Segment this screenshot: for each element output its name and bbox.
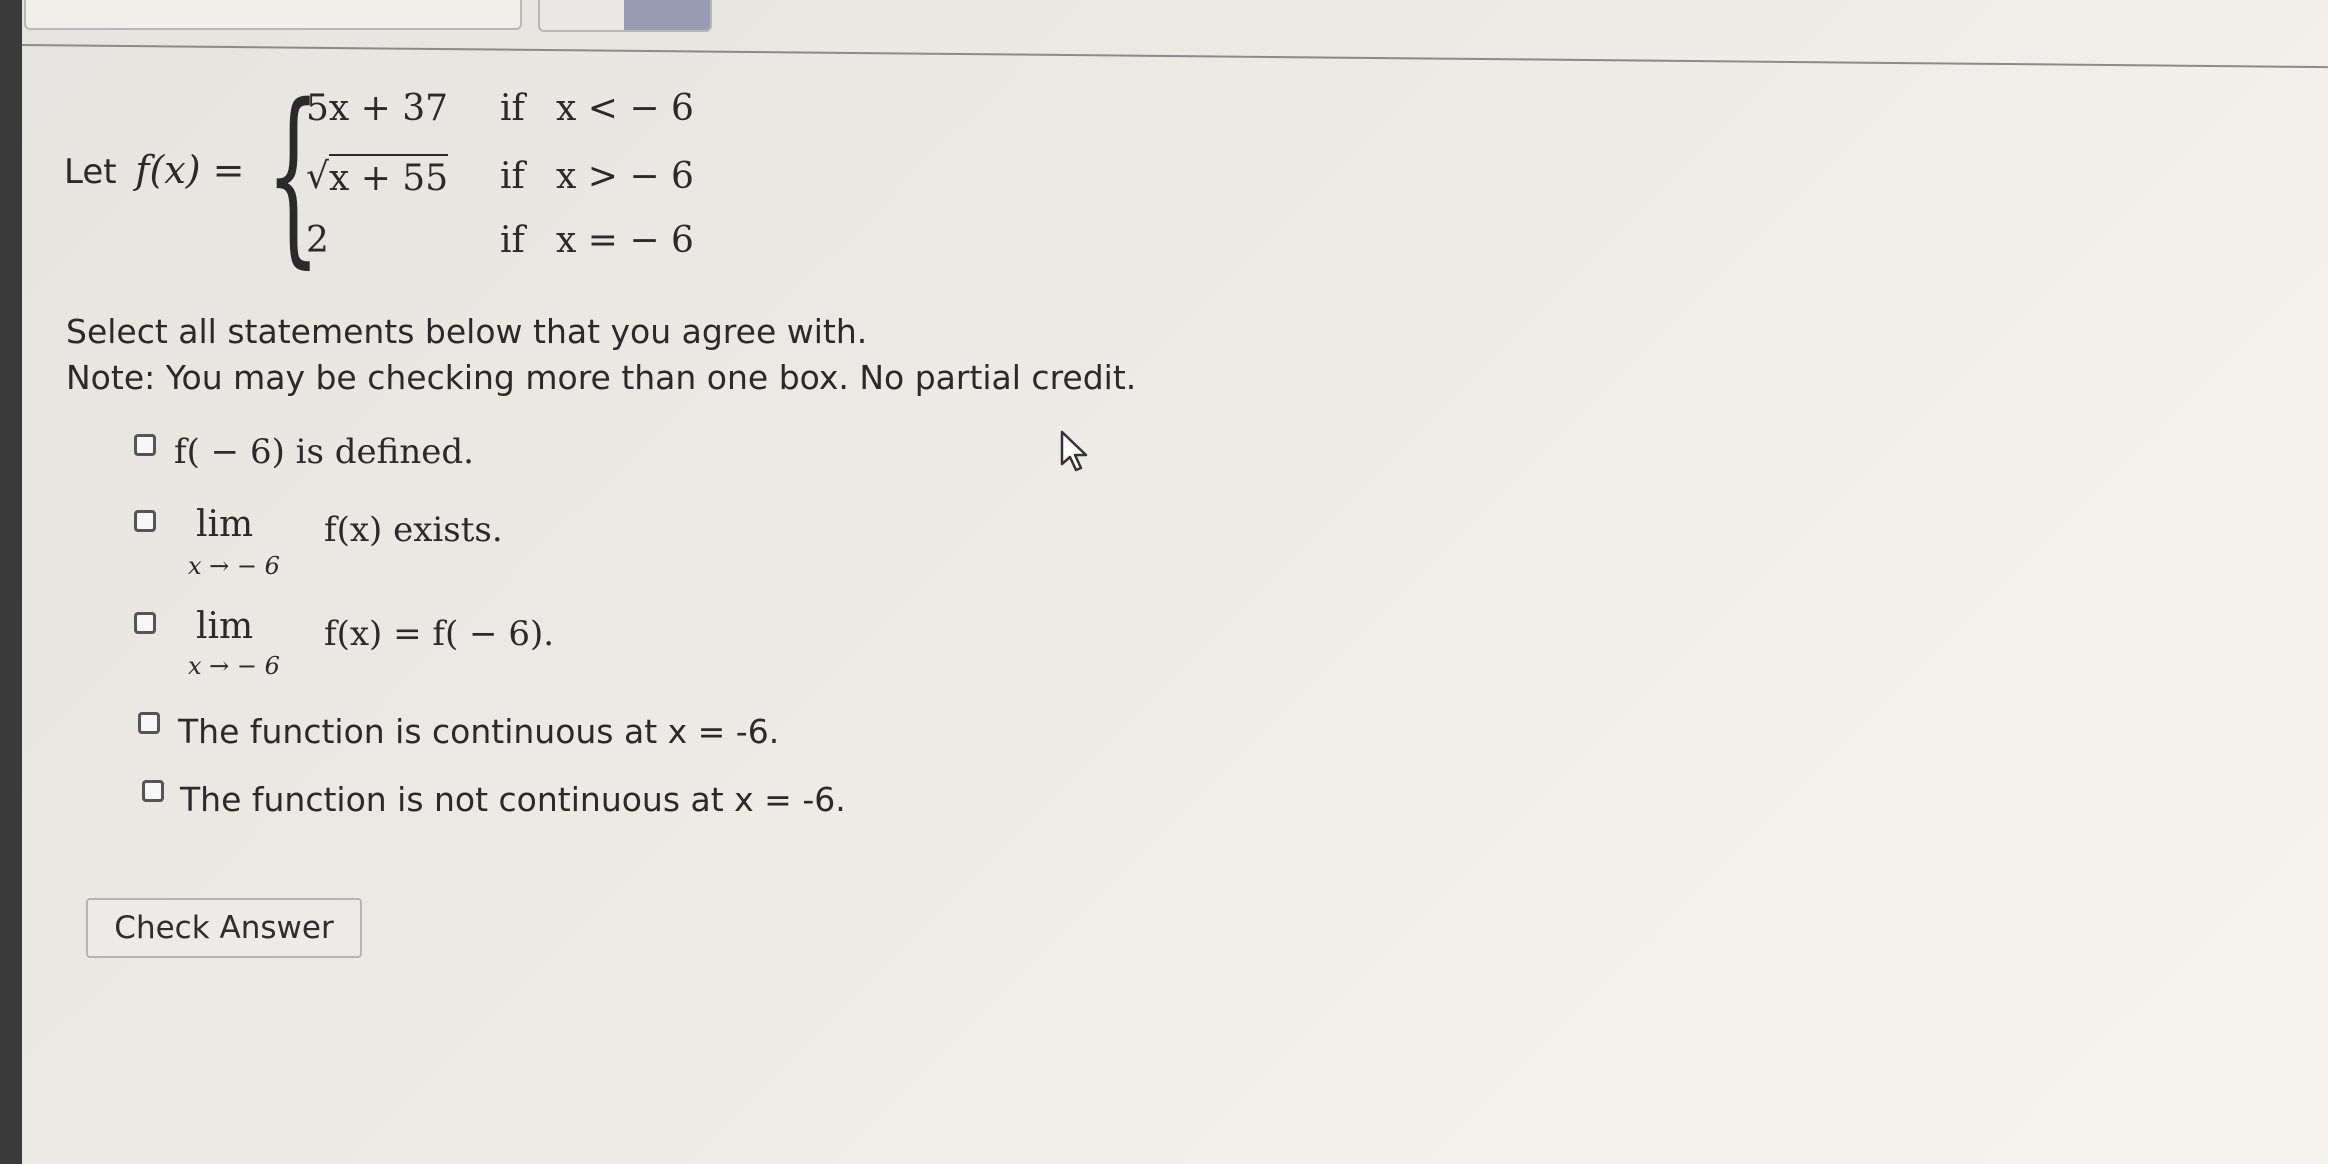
option-5-checkbox[interactable] (142, 780, 164, 802)
case-1-expression: 5x + 37 (306, 88, 449, 129)
case-2-condition: x > − 6 (556, 156, 694, 197)
option-3-checkbox[interactable] (134, 612, 156, 634)
case-3-if: if (500, 220, 525, 261)
case-3-condition: x = − 6 (556, 220, 694, 261)
note-text: Note: You may be checking more than one … (66, 358, 1137, 397)
option-3-label: f(x) = f( − 6). (324, 614, 555, 654)
option-5-label: The function is not continuous at x = -6… (180, 780, 846, 819)
option-1-label: f( − 6) is defined. (174, 432, 474, 472)
function-intro: Let f(x) = (64, 148, 244, 192)
answer-field-top[interactable] (24, 0, 522, 30)
radicand: x + 55 (328, 154, 449, 199)
option-1-checkbox[interactable] (134, 434, 156, 456)
option-2-label: f(x) exists. (324, 510, 503, 550)
preview-button-top[interactable] (538, 0, 712, 32)
option-4-label: The function is continuous at x = -6. (178, 712, 780, 751)
let-label: Let (64, 152, 117, 192)
instruction-text: Select all statements below that you agr… (66, 312, 868, 351)
check-answer-button[interactable]: Check Answer (86, 898, 362, 958)
function-name: f(x) = (135, 148, 245, 192)
option-4-checkbox[interactable] (138, 712, 160, 734)
case-2-if: if (500, 156, 525, 197)
case-3-expression: 2 (306, 220, 329, 261)
mouse-pointer-icon (1060, 430, 1088, 472)
case-1-if: if (500, 88, 525, 129)
option-3-limit-subscript: x → − 6 (188, 652, 280, 680)
option-2-lim: lim (196, 504, 254, 545)
option-2-checkbox[interactable] (134, 510, 156, 532)
case-2-expression: √ x + 55 (306, 154, 449, 199)
option-3-lim: lim (196, 606, 254, 647)
option-2-limit-subscript: x → − 6 (188, 552, 280, 580)
case-1-condition: x < − 6 (556, 88, 694, 129)
divider-line (21, 44, 2328, 69)
preview-button-fill (624, 0, 710, 30)
radical-sign: √ (306, 156, 329, 197)
screen-bezel (0, 0, 22, 1164)
